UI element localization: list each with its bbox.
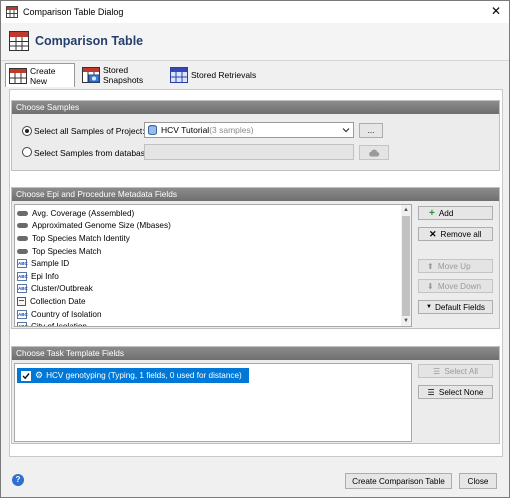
metadata-field-label: Sample ID: [31, 259, 70, 269]
arrow-down-icon: ⬇: [427, 282, 434, 291]
metric-icon: [17, 223, 28, 229]
text-field-icon: ABC: [17, 259, 28, 269]
metric-icon: [17, 210, 28, 216]
plus-icon: +: [429, 207, 435, 219]
calendar-icon: [17, 296, 26, 306]
tab-stored-retrievals[interactable]: Stored Retrievals: [167, 63, 257, 87]
metadata-field-item[interactable]: ABC Cluster/Outbreak: [17, 283, 93, 296]
gear-icon: ⚙: [35, 370, 44, 380]
cloud-icon: [368, 149, 380, 157]
remove-all-label: Remove all: [440, 229, 482, 239]
move-up-label: Move Up: [437, 261, 471, 271]
metadata-field-item[interactable]: ABC Epi Info: [17, 270, 59, 283]
move-down-button: ⬇ Move Down: [418, 279, 493, 293]
camera-table-icon: [82, 67, 100, 83]
close-button[interactable]: Close: [459, 473, 497, 489]
default-fields-label: Default Fields: [434, 302, 485, 312]
text-field-icon: ABC: [17, 309, 28, 319]
tab-stored-retrievals-label: Stored Retrievals: [191, 70, 257, 80]
caret-down-icon: ▼: [425, 304, 432, 310]
title-bar: Comparison Table Dialog ✕: [1, 1, 509, 23]
metadata-field-label: Avg. Coverage (Assembled): [32, 208, 135, 218]
project-select[interactable]: HCV Tutorial (3 samples): [144, 122, 354, 138]
radio-project-label: Select all Samples of Project:: [34, 126, 145, 136]
tab-stored-snapshots[interactable]: Stored Snapshots: [79, 63, 167, 87]
default-fields-button[interactable]: ▼ Default Fields: [418, 300, 493, 314]
database-samples-field: [144, 144, 354, 160]
metadata-field-label: Top Species Match: [32, 246, 102, 256]
metadata-field-label: City of Isolation: [31, 322, 87, 327]
grid-table-icon: [170, 67, 188, 83]
metadata-field-label: Epi Info: [31, 271, 59, 281]
metadata-field-item[interactable]: Top Species Match: [17, 245, 101, 258]
comparison-table-icon: [9, 31, 29, 51]
database-icon: [148, 124, 157, 136]
text-field-icon: ABC: [17, 284, 28, 294]
metadata-field-item[interactable]: ABC Sample ID: [17, 257, 69, 270]
select-none-icon: ☰: [427, 388, 435, 397]
metric-icon: [17, 235, 28, 241]
move-down-label: Move Down: [437, 281, 482, 291]
metadata-field-item[interactable]: ABC Country of Isolation: [17, 308, 102, 321]
metadata-field-item[interactable]: Top Species Match Identity: [17, 232, 130, 245]
metadata-field-label: Approximated Genome Size (Mbases): [32, 221, 171, 231]
help-icon[interactable]: ?: [12, 474, 24, 486]
move-up-button: ⬆ Move Up: [418, 259, 493, 273]
task-heading: Choose Task Template Fields: [12, 347, 499, 360]
add-button[interactable]: + Add: [418, 206, 493, 220]
metadata-field-item[interactable]: ABC City of Isolation: [17, 320, 87, 327]
remove-all-button[interactable]: ✕ Remove all: [418, 227, 493, 241]
radio-project[interactable]: [22, 126, 32, 136]
radio-database-label: Select Samples from database:: [34, 148, 153, 158]
task-item-label: HCV genotyping (Typing, 1 fields, 0 used…: [46, 371, 242, 380]
task-item-checkbox[interactable]: [21, 370, 31, 381]
tab-create-new-label: Create New: [30, 65, 56, 86]
metadata-field-item[interactable]: Collection Date: [17, 295, 86, 308]
create-comparison-table-button[interactable]: Create Comparison Table: [345, 473, 452, 489]
select-all-label: Select All: [444, 366, 479, 376]
tab-create-new[interactable]: Create New: [5, 63, 75, 87]
close-window-icon[interactable]: ✕: [489, 4, 503, 18]
remove-x-icon: ✕: [429, 228, 437, 239]
tab-stored-snapshots-label: Stored Snapshots: [103, 65, 144, 85]
chevron-down-icon: [342, 126, 350, 134]
select-all-button: ☰ Select All: [418, 364, 493, 378]
select-none-button[interactable]: ☰ Select None: [418, 385, 493, 399]
task-item-hcv-genotyping[interactable]: ⚙ HCV genotyping (Typing, 1 fields, 0 us…: [17, 368, 249, 383]
metadata-field-label: Cluster/Outbreak: [31, 284, 93, 294]
page-title: Comparison Table: [35, 34, 144, 48]
metric-icon: [17, 248, 28, 254]
app-icon: [6, 6, 18, 18]
metadata-field-label: Collection Date: [30, 296, 86, 306]
metadata-field-label: Country of Isolation: [31, 309, 102, 319]
task-field-list[interactable]: ⚙ HCV genotyping (Typing, 1 fields, 0 us…: [14, 363, 412, 442]
project-sample-count: (3 samples): [209, 125, 254, 135]
select-none-label: Select None: [438, 387, 484, 397]
metadata-field-item[interactable]: Approximated Genome Size (Mbases): [17, 220, 171, 233]
scroll-down-icon[interactable]: ▼: [401, 316, 411, 326]
samples-heading: Choose Samples: [12, 101, 499, 114]
table-icon: [9, 67, 27, 84]
project-name: HCV Tutorial: [161, 125, 210, 135]
window-title: Comparison Table Dialog: [23, 7, 124, 17]
text-field-icon: ABC: [17, 271, 28, 281]
dialog-window: Comparison Table Dialog ✕ Comparison Tab…: [0, 0, 510, 498]
metadata-field-list[interactable]: Avg. Coverage (Assembled) Approximated Ge…: [14, 204, 412, 327]
arrow-up-icon: ⬆: [427, 262, 434, 271]
metadata-field-label: Top Species Match Identity: [32, 233, 130, 243]
dialog-header: Comparison Table: [1, 23, 509, 61]
metadata-scrollbar[interactable]: ▲ ▼: [401, 205, 411, 326]
scroll-thumb[interactable]: [402, 216, 410, 316]
metadata-heading: Choose Epi and Procedure Metadata Fields: [12, 188, 499, 201]
add-label: Add: [438, 208, 454, 218]
browse-project-button[interactable]: ...: [359, 123, 383, 138]
text-field-icon: ABC: [17, 322, 28, 326]
metadata-field-item[interactable]: Avg. Coverage (Assembled): [17, 207, 134, 220]
cloud-button: [359, 145, 389, 160]
select-all-icon: ☰: [432, 367, 441, 376]
radio-database[interactable]: [22, 147, 32, 157]
scroll-up-icon[interactable]: ▲: [401, 205, 411, 215]
